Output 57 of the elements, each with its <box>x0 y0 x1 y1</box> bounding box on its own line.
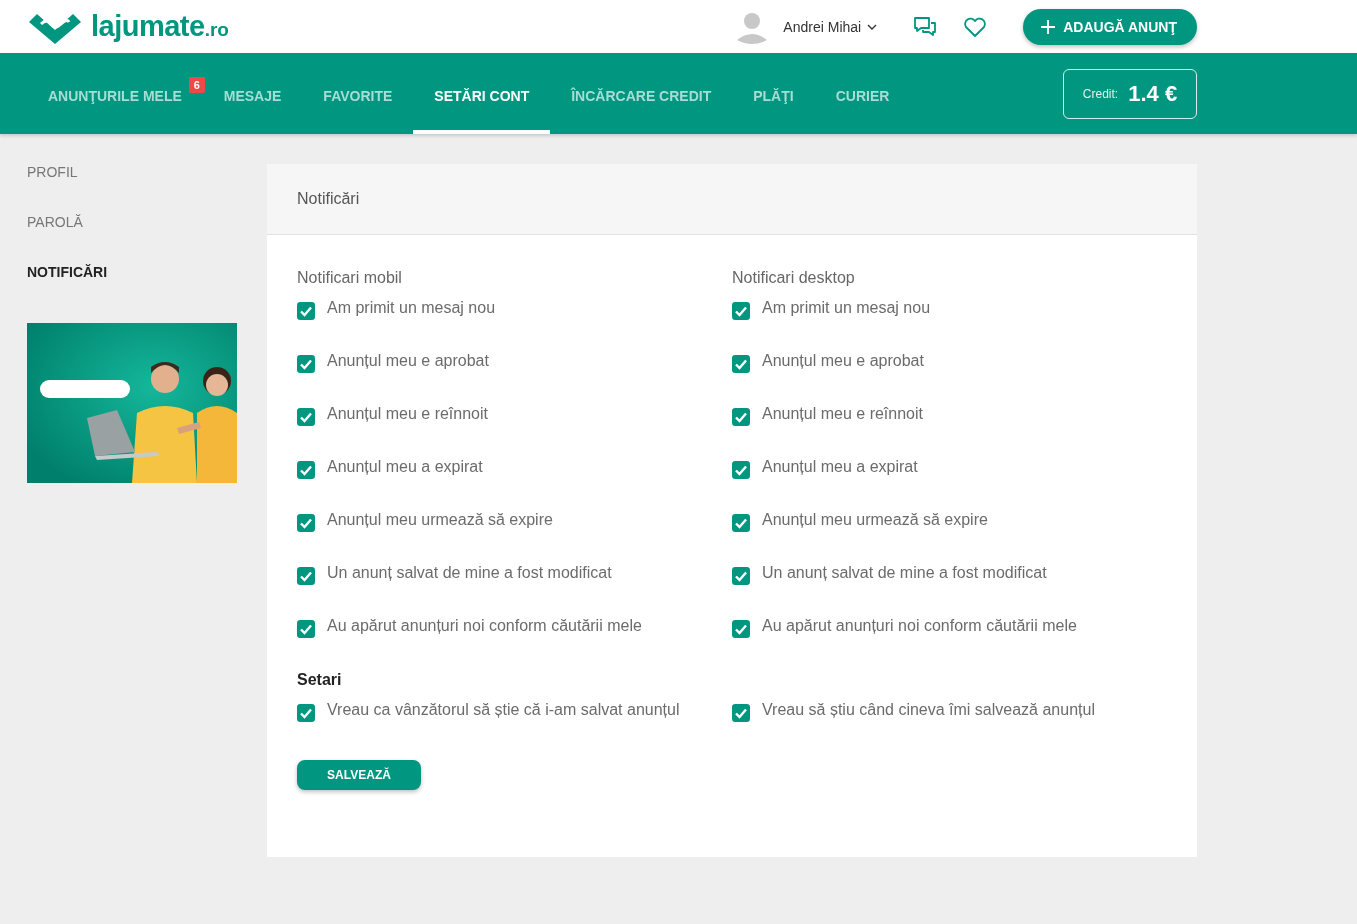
sidebar-item[interactable]: PROFIL <box>27 164 237 214</box>
checkbox-label: Au apărut anunțuri noi conform căutării mele <box>762 616 1077 636</box>
nav-tab[interactable]: SETĂRI CONT <box>413 53 551 134</box>
save-button[interactable]: SALVEAZĂ <box>297 760 421 790</box>
user-menu[interactable]: Andrei Mihai <box>783 18 878 35</box>
checkbox[interactable] <box>732 302 750 320</box>
checkbox[interactable] <box>297 302 315 320</box>
credit-label: Credit: <box>1082 86 1119 101</box>
checkbox[interactable] <box>732 461 750 479</box>
checkbox[interactable] <box>732 704 750 722</box>
checkbox-label: Am primit un mesaj nou <box>327 298 496 318</box>
checkbox[interactable] <box>297 567 315 585</box>
checkbox-label: Anunțul meu a expirat <box>762 457 918 477</box>
sidebar-item[interactable]: NOTIFICĂRI <box>27 264 237 314</box>
checkbox-label: Anunțul meu urmează să expire <box>762 510 988 530</box>
checkbox[interactable] <box>297 408 315 426</box>
checkbox-label: Un anunț salvat de mine a fost modificat <box>327 563 612 583</box>
checkbox[interactable] <box>297 704 315 722</box>
checkbox-label: Vreau ca vânzătorul să știe că i-am salvat anunțul <box>327 700 680 720</box>
checkbox[interactable] <box>732 355 750 373</box>
section-heading: Notificari mobil <box>297 269 403 287</box>
checkbox[interactable] <box>297 620 315 638</box>
heart-icon[interactable] <box>963 15 988 38</box>
checkbox[interactable] <box>732 408 750 426</box>
checkbox-label: Au apărut anunțuri noi conform căutării mele <box>327 616 642 636</box>
checkbox[interactable] <box>732 567 750 585</box>
nav-tab[interactable]: MESAJE <box>202 53 303 134</box>
nav-tab[interactable]: FAVORITE <box>302 53 414 134</box>
checkbox[interactable] <box>732 514 750 532</box>
site-logo[interactable]: lajumate.ro <box>27 9 229 44</box>
nav-tab[interactable]: ÎNCĂRCARE CREDIT <box>550 53 733 134</box>
add-listing-button[interactable]: ADAUGĂ ANUNŢ <box>1023 8 1197 45</box>
nav-tab[interactable]: ANUNŢURILE MELE 6 <box>27 53 203 134</box>
checkbox-label: Vreau să știu când cineva îmi salvează anunțul <box>762 700 1095 720</box>
checkbox-label: Am primit un mesaj nou <box>762 298 931 318</box>
checkbox-label: Anunțul meu e reînnoit <box>762 404 923 424</box>
checkbox[interactable] <box>297 355 315 373</box>
checkbox[interactable] <box>297 461 315 479</box>
caret-icon <box>867 23 878 30</box>
sidebar-item[interactable]: PAROLĂ <box>27 214 237 264</box>
checkbox-label: Anunțul meu urmează să expire <box>327 510 553 530</box>
section-heading: Notificari desktop <box>732 269 856 287</box>
nav-tab[interactable]: CURIER <box>814 53 911 134</box>
checkbox[interactable] <box>297 514 315 532</box>
checkbox-label: Anunțul meu e reînnoit <box>327 404 488 424</box>
nav-tab[interactable]: PLĂŢI <box>732 53 815 134</box>
credit-value: 1.4 € <box>1128 80 1178 107</box>
chat-icon[interactable] <box>913 15 938 38</box>
checkbox-label: Anunțul meu e aprobat <box>762 351 924 371</box>
checkbox-label: Anunțul meu e aprobat <box>327 351 489 371</box>
checkbox[interactable] <box>732 620 750 638</box>
checkbox-label: Anunțul meu a expirat <box>327 457 483 477</box>
section-heading: Setari <box>297 671 343 689</box>
card-title: Notificări <box>297 190 360 208</box>
plus-icon <box>1041 19 1056 34</box>
checkbox-label: Un anunț salvat de mine a fost modificat <box>762 563 1047 583</box>
count-badge: 6 <box>188 77 205 93</box>
